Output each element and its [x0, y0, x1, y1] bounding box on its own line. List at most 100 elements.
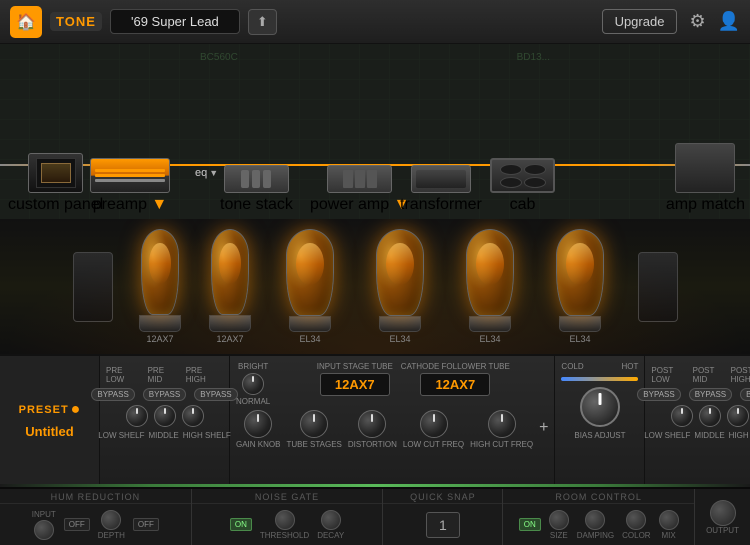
eq1-label[interactable]: eq ▼: [195, 167, 218, 179]
distortion-knob[interactable]: [358, 410, 386, 438]
main-knobs-row: GAIN KNOB TUBE STAGES DISTORTION LOW CUT…: [236, 410, 548, 449]
post-mid-bypass[interactable]: BYPASS: [689, 388, 732, 401]
decay-group: DECAY: [317, 510, 344, 540]
preset-section: PRESET ● Untitled: [0, 356, 100, 484]
noise-gate-section: NOISE GATE ON THRESHOLD DECAY: [192, 489, 384, 545]
size-knob[interactable]: [549, 510, 569, 530]
tone-logo: TONE: [50, 12, 102, 31]
bright-label: BRIGHT: [238, 362, 268, 371]
post-eq-section: POST LOW POST MID POST HIGH BYPASS BYPAS…: [645, 356, 750, 484]
low-shelf-label: LOW SHELF: [98, 431, 144, 440]
bright-section: BRIGHT NORMAL: [236, 362, 270, 406]
pre-mid-knob[interactable]: [154, 405, 176, 427]
damping-label: DAMPING: [577, 531, 614, 540]
hum-off2-button[interactable]: OFF: [133, 518, 159, 531]
tube-add-button[interactable]: +: [539, 419, 548, 449]
upgrade-button[interactable]: Upgrade: [602, 9, 678, 34]
settings-button[interactable]: ⚙: [689, 11, 705, 32]
post-high-label: POST HIGH: [731, 366, 750, 384]
distortion-label: DISTORTION: [348, 440, 397, 449]
high-cut-label: HIGH CUT FREQ: [470, 440, 533, 449]
tube-stages-label: TUBE STAGES: [286, 440, 341, 449]
post-low-bypass[interactable]: BYPASS: [637, 388, 680, 401]
transformer-component: [411, 165, 471, 193]
normal-label: NORMAL: [236, 397, 270, 406]
chain-item-custom-panel[interactable]: custom panel: [8, 153, 103, 214]
tube-glass-6: [556, 229, 604, 316]
post-low-knob[interactable]: [671, 405, 693, 427]
home-button[interactable]: 🏠: [10, 6, 42, 38]
room-on-button[interactable]: ON: [519, 518, 541, 531]
bias-adjust-label: BIAS ADJUST: [574, 431, 625, 440]
tube-label-6: EL34: [569, 334, 590, 344]
post-high-bypass[interactable]: BYPASS: [740, 388, 750, 401]
pre-low-bypass[interactable]: BYPASS: [91, 388, 134, 401]
bright-knob[interactable]: [242, 373, 264, 395]
input-knob[interactable]: [34, 520, 54, 540]
home-icon: 🏠: [16, 12, 36, 32]
preamp-label: preamp ▼: [93, 196, 168, 214]
cathode-tube-display[interactable]: 12AX7: [420, 373, 490, 396]
cab-label: cab: [510, 196, 536, 214]
bias-knob[interactable]: [580, 387, 620, 427]
signal-chain: BC560C BD13... custom panel preamp ▼ eq …: [0, 44, 750, 219]
post-low-shelf-label: LOW SHELF: [644, 431, 690, 440]
input-stage-label: INPUT STAGE TUBE: [317, 362, 393, 371]
low-cut-knob[interactable]: [420, 410, 448, 438]
pre-mid-bypass[interactable]: BYPASS: [143, 388, 186, 401]
quick-snap-selector[interactable]: 1: [426, 512, 460, 538]
custom-panel-label: custom panel: [8, 196, 103, 214]
noise-on-button[interactable]: ON: [230, 518, 252, 531]
gain-knob[interactable]: [244, 410, 272, 438]
post-high-knob[interactable]: [727, 405, 749, 427]
top-bar: 🏠 TONE '69 Super Lead ⬆ Upgrade ⚙ 👤: [0, 0, 750, 44]
bias-section: COLD HOT BIAS ADJUST: [555, 356, 645, 484]
circuit-label-2: BD13...: [517, 52, 550, 63]
damping-group: DAMPING: [577, 510, 614, 540]
color-knob[interactable]: [626, 510, 646, 530]
post-low-knob-group: [671, 405, 693, 427]
pre-high-knob-group: [182, 405, 204, 427]
pre-high-knob[interactable]: [182, 405, 204, 427]
pre-mid-label: PRE MID: [148, 366, 180, 384]
input-tube-display[interactable]: 12AX7: [320, 373, 390, 396]
bias-gradient-bar: [561, 377, 638, 381]
threshold-knob[interactable]: [275, 510, 295, 530]
hot-label: HOT: [622, 362, 639, 371]
gain-label: GAIN KNOB: [236, 440, 280, 449]
room-control-section: ROOM CONTROL ON SIZE DAMPING COLOR MIX: [503, 489, 695, 545]
high-cut-knob[interactable]: [488, 410, 516, 438]
middle-label: MIDDLE: [149, 431, 179, 440]
chain-item-power-amp[interactable]: power amp ▼: [310, 165, 409, 214]
chain-item-amp-match[interactable]: amp match: [666, 143, 745, 214]
damping-knob[interactable]: [585, 510, 605, 530]
pre-low-knob[interactable]: [126, 405, 148, 427]
mix-knob[interactable]: [659, 510, 679, 530]
tube-5: EL34: [463, 229, 518, 344]
tube-base-6: [559, 316, 601, 332]
user-button[interactable]: 👤: [718, 11, 740, 32]
depth-knob[interactable]: [101, 510, 121, 530]
tube-stages-knob[interactable]: [300, 410, 328, 438]
chain-item-tone-stack[interactable]: tone stack: [220, 165, 293, 214]
threshold-label: THRESHOLD: [260, 531, 309, 540]
tube-label-3: EL34: [299, 334, 320, 344]
output-knob[interactable]: [710, 500, 736, 526]
tube-ctrl-top: BRIGHT NORMAL INPUT STAGE TUBE 12AX7 CAT…: [236, 362, 548, 406]
hum-off-button[interactable]: OFF: [64, 518, 90, 531]
preset-title[interactable]: '69 Super Lead: [110, 9, 240, 34]
tube-base-3: [289, 316, 331, 332]
save-button[interactable]: ⬆: [248, 9, 277, 35]
amp-match-label: amp match: [666, 196, 745, 214]
mix-group: MIX: [659, 510, 679, 540]
chain-item-transformer[interactable]: transformer: [400, 165, 482, 214]
pre-knob-row: [106, 405, 223, 427]
circuit-label-1: BC560C: [200, 52, 238, 63]
decay-knob[interactable]: [321, 510, 341, 530]
chain-item-preamp[interactable]: preamp ▼: [90, 158, 170, 214]
post-mid-knob[interactable]: [699, 405, 721, 427]
room-on-group: ON: [519, 518, 541, 531]
input-tube-selector: INPUT STAGE TUBE 12AX7: [317, 362, 393, 396]
chain-item-cab[interactable]: cab: [490, 158, 555, 214]
decay-label: DECAY: [317, 531, 344, 540]
